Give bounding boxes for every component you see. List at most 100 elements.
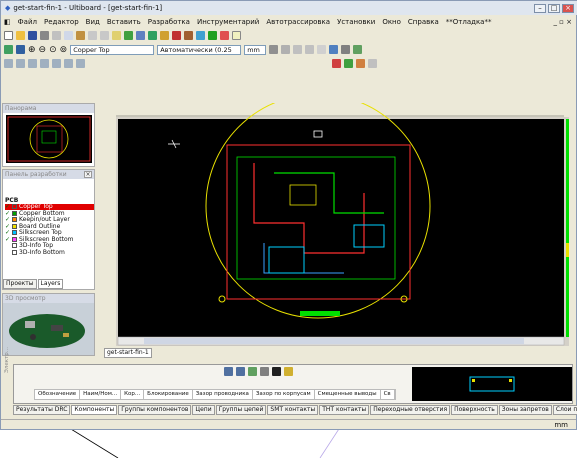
minimize-button[interactable]: – xyxy=(534,3,546,13)
line-icon[interactable] xyxy=(293,45,303,54)
redo-icon[interactable] xyxy=(100,31,109,40)
overview-canvas[interactable] xyxy=(5,115,92,163)
tab-smt-pads[interactable]: SMT контакты xyxy=(267,405,319,415)
board-icon[interactable] xyxy=(4,45,13,54)
component-icon[interactable] xyxy=(148,31,157,40)
snap-icon[interactable] xyxy=(269,45,279,54)
column-body-clearance[interactable]: Зазор по корпусам xyxy=(253,390,315,399)
close-button[interactable]: × xyxy=(562,3,574,13)
column-designator[interactable]: Обозначение xyxy=(35,390,81,399)
menu-help[interactable]: Справка xyxy=(408,18,439,26)
zoom-fit-icon[interactable]: ⊚ xyxy=(60,45,68,55)
tab-component-groups[interactable]: Группы компонентов xyxy=(118,405,192,415)
sheet-print-icon[interactable] xyxy=(260,367,269,376)
tab-net-groups[interactable]: Группы цепей xyxy=(215,405,267,415)
drc-icon[interactable] xyxy=(220,31,229,40)
check-icon[interactable] xyxy=(208,31,217,40)
doc-tab[interactable]: get-start-fin-1 xyxy=(104,348,152,358)
pcb-canvas[interactable] xyxy=(104,103,569,346)
menu-design[interactable]: Разработка xyxy=(148,18,190,26)
menu-insert[interactable]: Вставить xyxy=(107,18,141,26)
optimize-icon[interactable] xyxy=(356,59,365,68)
zoom-out-icon[interactable]: ⊖ xyxy=(39,45,47,55)
zoom-window-icon[interactable]: ⊙ xyxy=(49,45,57,55)
wizard-icon[interactable] xyxy=(160,31,169,40)
layer-3d-bottom[interactable]: ✓ 3D-Info Bottom xyxy=(5,249,94,256)
tab-surface[interactable]: Поверхность xyxy=(451,405,498,415)
align-right-icon[interactable] xyxy=(16,59,25,68)
open-icon[interactable] xyxy=(16,31,25,40)
column-package[interactable]: Кор... xyxy=(121,390,145,399)
tab-keepouts[interactable]: Зоны запретов xyxy=(498,405,552,415)
stop-icon[interactable] xyxy=(368,59,377,68)
shape-icon[interactable] xyxy=(341,45,351,54)
sheet-lock-icon[interactable] xyxy=(284,367,293,376)
align-center-icon[interactable] xyxy=(52,59,61,68)
view3d-render[interactable] xyxy=(3,303,94,355)
sheet-export-icon[interactable] xyxy=(248,367,257,376)
column-lock[interactable]: Блокирование xyxy=(144,390,193,399)
tab-nets[interactable]: Цепи xyxy=(192,405,215,415)
help-icon[interactable] xyxy=(232,31,241,40)
menu-file[interactable]: Файл xyxy=(18,18,37,26)
unit-select[interactable]: mm xyxy=(244,44,267,55)
menu-edit[interactable]: Редактор xyxy=(44,18,79,26)
column-trace-clearance[interactable]: Зазор проводника xyxy=(193,390,253,399)
measure-icon[interactable] xyxy=(281,45,291,54)
paste-icon[interactable] xyxy=(76,31,85,40)
via-icon[interactable] xyxy=(184,31,193,40)
column-name[interactable]: Наим/Ном... xyxy=(80,390,122,399)
align-bottom-icon[interactable] xyxy=(40,59,49,68)
zoom-in-icon[interactable]: ⊕ xyxy=(28,45,36,55)
fanout-icon[interactable] xyxy=(344,59,353,68)
menu-tools[interactable]: Инструментарий xyxy=(197,18,259,26)
sheet-find-icon[interactable] xyxy=(272,367,281,376)
tab-projects[interactable]: Проекты xyxy=(3,279,37,289)
align-left-icon[interactable] xyxy=(4,59,13,68)
text-icon[interactable] xyxy=(317,45,327,54)
dimension-icon[interactable] xyxy=(329,45,339,54)
cut-icon[interactable] xyxy=(52,31,61,40)
sheet-filter-icon[interactable] xyxy=(224,367,233,376)
trace-icon[interactable] xyxy=(172,31,181,40)
copy-icon[interactable] xyxy=(64,31,73,40)
tab-vias[interactable]: Переходные отверстия xyxy=(370,405,451,415)
place-icon[interactable] xyxy=(124,31,133,40)
route-icon[interactable] xyxy=(196,31,205,40)
design-close-button[interactable]: × xyxy=(84,171,92,178)
toolbar-view: ⊕ ⊖ ⊙ ⊚ Copper Top Автоматически (0.25 m… xyxy=(1,43,577,56)
layer-icon[interactable] xyxy=(16,45,25,54)
tab-components[interactable]: Компоненты xyxy=(71,405,118,415)
select-icon[interactable] xyxy=(112,31,121,40)
view3d-header: 3D просмотр xyxy=(3,294,94,303)
column-offset-pins[interactable]: Смещенные выводы xyxy=(315,390,381,399)
grid-icon[interactable] xyxy=(136,31,145,40)
menu-view[interactable]: Вид xyxy=(86,18,100,26)
push-icon[interactable] xyxy=(332,59,341,68)
autoroute-icon[interactable] xyxy=(320,59,329,68)
sheet-sort-icon[interactable] xyxy=(236,367,245,376)
column-more[interactable]: Св xyxy=(381,390,395,399)
print-icon[interactable] xyxy=(40,31,49,40)
tab-drc-results[interactable]: Результаты DRC xyxy=(13,405,71,415)
mdi-controls[interactable]: _ ▫ × xyxy=(553,18,572,26)
menu-debug[interactable]: **Отладка** xyxy=(446,18,492,26)
maximize-button[interactable]: □ xyxy=(548,3,560,13)
menu-window[interactable]: Окно xyxy=(382,18,401,26)
undo-icon[interactable] xyxy=(88,31,97,40)
save-icon[interactable] xyxy=(28,31,37,40)
new-icon[interactable] xyxy=(4,31,13,40)
menu-options[interactable]: Установки xyxy=(337,18,375,26)
tab-layers[interactable]: Layers xyxy=(37,279,64,289)
space-icon[interactable] xyxy=(76,59,85,68)
mode-select[interactable]: Автоматически (0.25 xyxy=(157,44,242,55)
distribute-icon[interactable] xyxy=(64,59,73,68)
tab-board-layers[interactable]: Слои плат xyxy=(552,405,577,415)
tab-tht-pads[interactable]: THT контакты xyxy=(319,405,370,415)
doc-menu-icon[interactable]: ◧ xyxy=(4,18,11,26)
layer-select[interactable]: Copper Top xyxy=(70,44,155,55)
refresh-icon[interactable] xyxy=(353,45,363,54)
menu-autoroute[interactable]: Автотрассировка xyxy=(266,18,330,26)
arc-icon[interactable] xyxy=(305,45,315,54)
align-top-icon[interactable] xyxy=(28,59,37,68)
